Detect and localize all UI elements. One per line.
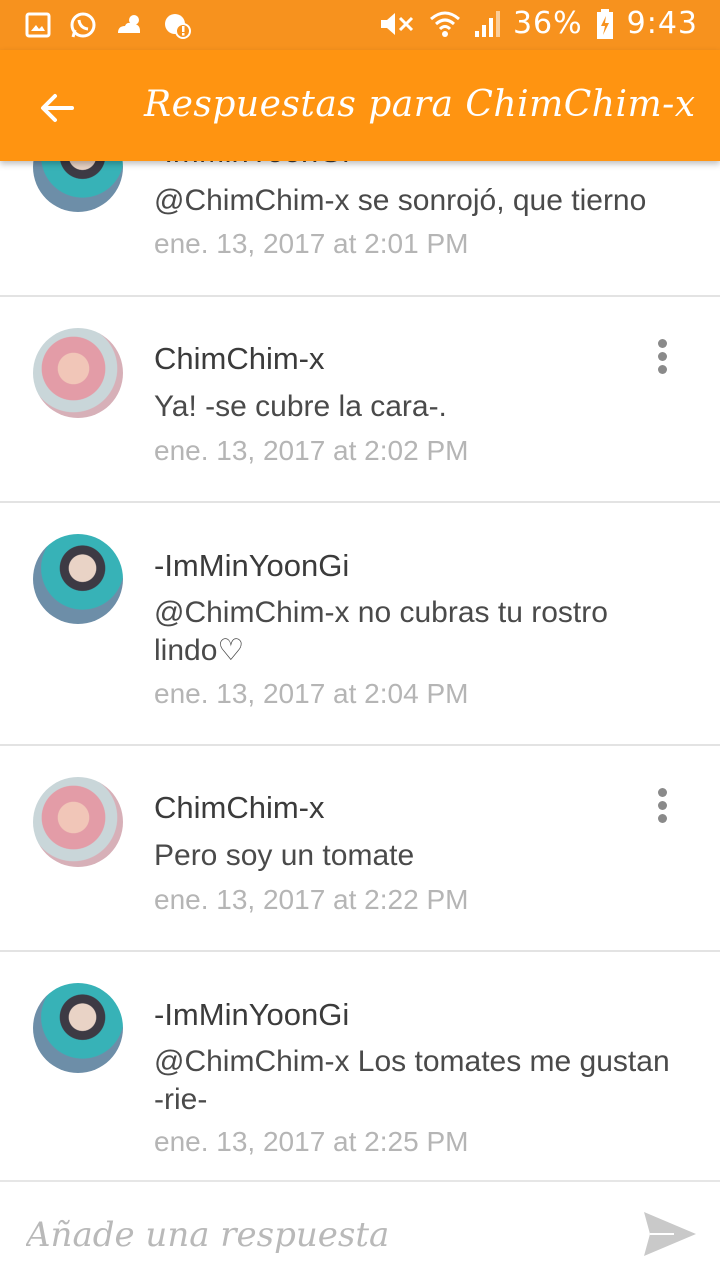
app-notification-icon	[165, 14, 191, 39]
reply-timestamp: ene. 13, 2017 at 2:22 PM	[154, 884, 469, 915]
reply-input[interactable]	[24, 1206, 618, 1264]
battery-charging-icon	[596, 8, 613, 39]
send-icon[interactable]	[640, 1208, 700, 1260]
reply-username[interactable]: -ImMinYoonGi	[154, 997, 349, 1033]
page-title: Respuestas para ChimChim-x	[144, 84, 696, 125]
clock: 9:43	[626, 6, 698, 41]
battery-percent: 36%	[512, 6, 583, 41]
reply-text: Pero soy un tomate	[154, 839, 415, 872]
more-options-icon[interactable]	[652, 339, 672, 379]
reply-text: @ChimChim-x no cubras tu rostro lindo♡	[154, 596, 608, 667]
reply-item: ChimChim-x Ya! -se cubre la cara-. ene. …	[0, 297, 720, 502]
avatar[interactable]	[33, 328, 123, 418]
replies-list[interactable]: -ImMinYoonGi @ChimChim-x se sonrojó, que…	[0, 0, 720, 1180]
reply-username[interactable]: ChimChim-x	[154, 790, 325, 826]
reply-timestamp: ene. 13, 2017 at 2:25 PM	[154, 1126, 469, 1157]
avatar[interactable]	[33, 534, 123, 624]
gallery-icon	[25, 12, 51, 38]
reply-username[interactable]: -ImMinYoonGi	[154, 548, 349, 584]
signal-icon	[474, 10, 500, 37]
status-bar: 36% 9:43	[0, 0, 720, 50]
reply-item: -ImMinYoonGi @ChimChim-x no cubras tu ro…	[0, 503, 720, 745]
reply-username[interactable]: ChimChim-x	[154, 341, 325, 377]
wifi-icon	[429, 11, 460, 37]
reply-timestamp: ene. 13, 2017 at 2:02 PM	[154, 435, 469, 466]
mute-icon	[380, 12, 413, 35]
more-options-icon[interactable]	[652, 788, 672, 828]
reply-composer	[0, 1180, 720, 1282]
avatar[interactable]	[33, 777, 123, 867]
reply-timestamp: ene. 13, 2017 at 2:04 PM	[154, 678, 469, 709]
weather-icon	[118, 15, 140, 33]
reply-item: ChimChim-x Pero soy un tomate ene. 13, 2…	[0, 746, 720, 951]
reply-text: Ya! -se cubre la cara-.	[154, 390, 447, 423]
whatsapp-icon	[70, 12, 96, 38]
app-bar: Respuestas para ChimChim-x	[0, 50, 720, 161]
reply-text: @ChimChim-x se sonrojó, que tierno	[154, 184, 647, 217]
reply-timestamp: ene. 13, 2017 at 2:01 PM	[154, 228, 469, 259]
back-arrow-icon[interactable]	[38, 90, 74, 126]
avatar[interactable]	[33, 983, 123, 1073]
reply-item: -ImMinYoonGi @ChimChim-x Los tomates me …	[0, 952, 720, 1180]
reply-text: @ChimChim-x Los tomates me gustan -rie-	[154, 1045, 670, 1116]
